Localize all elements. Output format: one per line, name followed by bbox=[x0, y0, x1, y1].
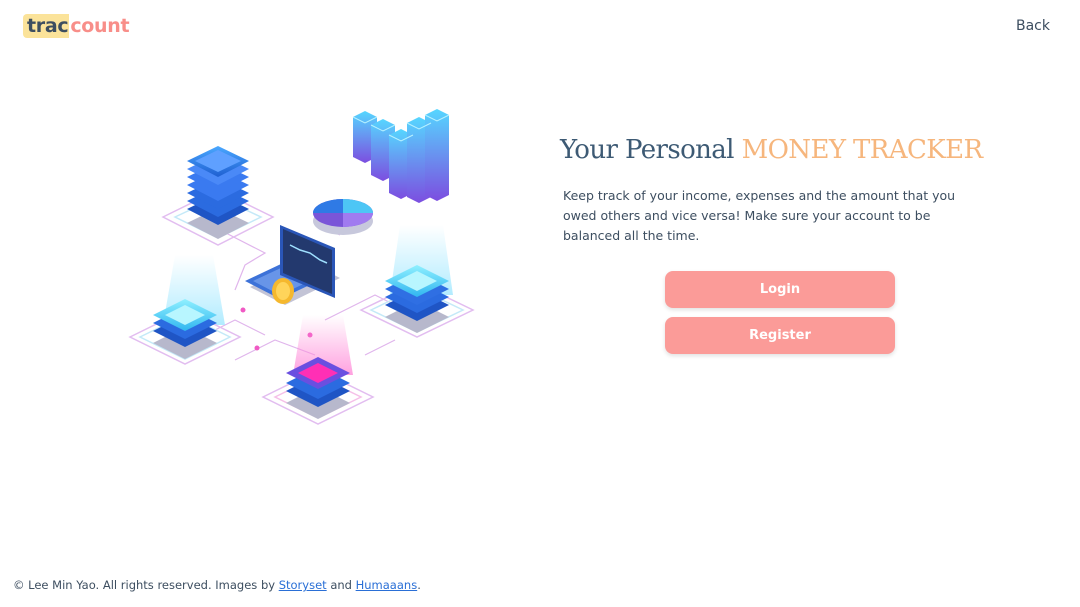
network-data-illustration bbox=[128, 109, 475, 425]
login-button[interactable]: Login bbox=[665, 271, 895, 308]
hero-title: Your Personal MONEY TRACKER bbox=[560, 135, 983, 165]
brand-logo-part2: count bbox=[70, 15, 130, 37]
server-node-right bbox=[359, 225, 475, 338]
laptop-with-coin bbox=[245, 225, 340, 305]
back-link[interactable]: Back bbox=[1016, 18, 1050, 34]
server-stack-large bbox=[161, 146, 275, 246]
footer-credits: © Lee Min Yao. All rights reserved. Imag… bbox=[13, 578, 421, 592]
hero-title-plain: Your Personal bbox=[560, 135, 742, 165]
brand-logo-part1: trac bbox=[23, 14, 70, 38]
hero-title-accent: MONEY TRACKER bbox=[741, 135, 983, 165]
register-button[interactable]: Register bbox=[665, 317, 895, 354]
pie-chart-3d bbox=[313, 199, 373, 235]
bar-chart-3d bbox=[352, 109, 450, 203]
footer-joiner: and bbox=[326, 578, 356, 592]
brand-logo[interactable]: trac count bbox=[23, 14, 130, 38]
footer-end: . bbox=[417, 578, 421, 592]
hero-description: Keep track of your income, expenses and … bbox=[563, 188, 956, 243]
server-node-pink bbox=[261, 315, 375, 425]
footer-copyright: © Lee Min Yao. All rights reserved. Imag… bbox=[13, 578, 279, 592]
server-node-left bbox=[128, 255, 242, 365]
humaaans-link[interactable]: Humaaans bbox=[356, 578, 418, 592]
storyset-link[interactable]: Storyset bbox=[279, 578, 327, 592]
